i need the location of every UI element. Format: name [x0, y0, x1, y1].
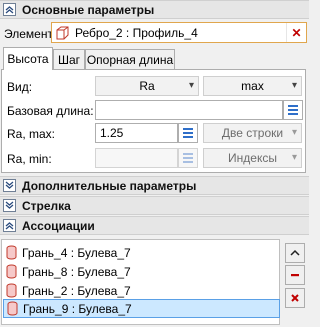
collapse-chevron-icon[interactable]: [3, 3, 16, 16]
tab-label: Опорная длина: [86, 53, 174, 67]
remove-icon: [291, 274, 299, 277]
view-select-value: Ra: [139, 79, 155, 93]
list-item[interactable]: Грань_4 : Булева_7: [3, 243, 280, 262]
ra-min-format-value: Индексы: [228, 151, 277, 165]
tab-label: Шаг: [57, 53, 81, 67]
face-icon: [6, 283, 17, 298]
view-mode-select[interactable]: max ▾: [203, 76, 302, 96]
face-icon: [7, 301, 18, 316]
ra-min-list-button[interactable]: [178, 148, 198, 168]
base-length-list-button[interactable]: [283, 100, 303, 120]
element-field[interactable]: Ребро_2 : Профиль_4 ✕: [51, 22, 307, 43]
base-length-input[interactable]: [95, 100, 283, 120]
expand-chevron-icon[interactable]: [3, 199, 16, 212]
section-title: Дополнительные параметры: [22, 178, 197, 193]
move-up-icon: [290, 249, 300, 256]
tab-step[interactable]: Шаг: [53, 49, 85, 70]
remove-button[interactable]: [285, 265, 305, 285]
part-icon: [56, 26, 69, 39]
associations-list[interactable]: Грань_4 : Булева_7 Грань_8 : Булева_7 Гр…: [1, 239, 280, 325]
chevron-down-icon: ▾: [188, 80, 194, 91]
view-mode-value: max: [241, 79, 264, 93]
face-icon: [6, 264, 17, 279]
section-title: Стрелка: [22, 198, 71, 213]
tab-label: Высота: [7, 52, 49, 66]
list-item-label: Грань_2 : Булева_7: [22, 283, 131, 298]
section-title: Ассоциации: [22, 218, 95, 233]
view-select[interactable]: Ra ▾: [95, 76, 199, 96]
view-label: Вид:: [7, 80, 33, 94]
ra-min-input[interactable]: [95, 148, 178, 168]
section-associations-header[interactable]: Ассоциации: [0, 216, 309, 235]
face-icon: [6, 245, 17, 260]
delete-icon: [291, 294, 299, 302]
base-length-label: Базовая длина:: [7, 104, 94, 118]
element-value: Ребро_2 : Профиль_4: [75, 25, 198, 40]
section-title: Основные параметры: [22, 2, 155, 17]
list-item[interactable]: Грань_8 : Булева_7: [3, 262, 280, 281]
chevron-down-icon: ▾: [291, 127, 297, 138]
element-label: Элемент:: [4, 27, 57, 41]
expand-chevron-icon[interactable]: [3, 179, 16, 192]
delete-button[interactable]: [285, 288, 305, 308]
x-icon: ✕: [291, 25, 302, 40]
move-up-button[interactable]: [285, 243, 305, 263]
section-main-header[interactable]: Основные параметры: [0, 0, 309, 19]
ra-max-list-button[interactable]: [178, 123, 198, 143]
clear-element-button[interactable]: ✕: [286, 23, 306, 42]
tab-height[interactable]: Высота: [3, 47, 53, 70]
list-item-label: Грань_8 : Булева_7: [22, 264, 131, 279]
collapse-chevron-icon[interactable]: [3, 219, 16, 232]
ra-max-label: Ra, max:: [7, 127, 56, 141]
ra-min-label: Ra, min:: [7, 152, 52, 166]
ra-max-format-select[interactable]: Две строки ▾: [203, 123, 302, 143]
list-item-label: Грань_9 : Булева_7: [23, 301, 132, 316]
chevron-down-icon: ▾: [291, 80, 297, 91]
ra-min-format-select[interactable]: Индексы ▾: [203, 148, 302, 168]
ra-max-format-value: Две строки: [221, 126, 284, 140]
ra-max-input[interactable]: 1.25: [95, 123, 178, 143]
list-item-selected[interactable]: Грань_9 : Булева_7: [3, 299, 280, 318]
section-additional-header[interactable]: Дополнительные параметры: [0, 176, 309, 195]
chevron-down-icon: ▾: [291, 152, 297, 163]
list-item[interactable]: Грань_2 : Булева_7: [3, 281, 280, 300]
list-item-label: Грань_4 : Булева_7: [22, 245, 131, 260]
section-arrow-header[interactable]: Стрелка: [0, 196, 309, 215]
tab-reference-length[interactable]: Опорная длина: [85, 49, 175, 70]
